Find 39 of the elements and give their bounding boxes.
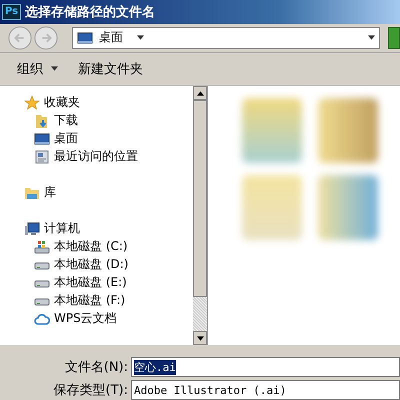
tree-item[interactable]: 下载 (24, 112, 193, 130)
toolbar-button[interactable]: 组织 (14, 58, 61, 80)
file-name-field[interactable]: 空心.ai (131, 357, 400, 378)
scrollbar[interactable] (193, 86, 207, 346)
tree-item[interactable]: 计算机 (24, 220, 193, 238)
star-icon (24, 94, 40, 111)
forward-button[interactable] (34, 26, 58, 50)
monitor-icon (77, 30, 93, 46)
address-bar[interactable]: 桌面 (72, 26, 380, 49)
tree-item[interactable]: 最近访问的位置 (24, 148, 193, 166)
tree-item[interactable]: 收藏夹 (24, 94, 193, 112)
file-name-label: 文件名(N): (64, 359, 129, 376)
back-button[interactable] (8, 26, 32, 50)
system-drive-icon (34, 238, 50, 255)
monitor-icon (34, 130, 50, 147)
computer-icon (24, 220, 40, 237)
tree-item[interactable]: 本地磁盘 (E:) (24, 274, 193, 292)
caret-icon[interactable] (368, 35, 375, 40)
blurred-file-icon[interactable] (318, 98, 378, 163)
scroll-thumb[interactable] (193, 100, 207, 297)
tree-item[interactable]: 本地磁盘 (C:) (24, 238, 193, 256)
download-folder-icon (34, 112, 50, 129)
save-type-dropdown[interactable]: Adobe Illustrator (.ai) (131, 380, 400, 400)
toolbar-button[interactable]: 新建文件夹 (75, 58, 146, 80)
scroll-up-arrow-icon[interactable] (196, 90, 204, 96)
tree-item[interactable]: 本地磁盘 (D:) (24, 256, 193, 274)
window-title: 选择存储路径的文件名 (25, 4, 156, 21)
tree-item[interactable]: WPS云文档 (24, 310, 193, 328)
scroll-down-arrow-icon[interactable] (196, 336, 204, 342)
location-text: 桌面 (99, 29, 123, 46)
tree-item[interactable]: 库 (24, 184, 193, 202)
blurred-file-icon[interactable] (318, 174, 378, 240)
tree-item[interactable]: 桌面 (24, 130, 193, 148)
recent-places-icon (34, 148, 50, 165)
app-icon: Ps (2, 4, 22, 20)
caret-icon[interactable] (137, 35, 144, 40)
tree-item[interactable]: 本地磁盘 (F:) (24, 292, 193, 310)
save-type-label: 保存类型(T): (52, 382, 129, 400)
caret-icon (51, 66, 58, 72)
